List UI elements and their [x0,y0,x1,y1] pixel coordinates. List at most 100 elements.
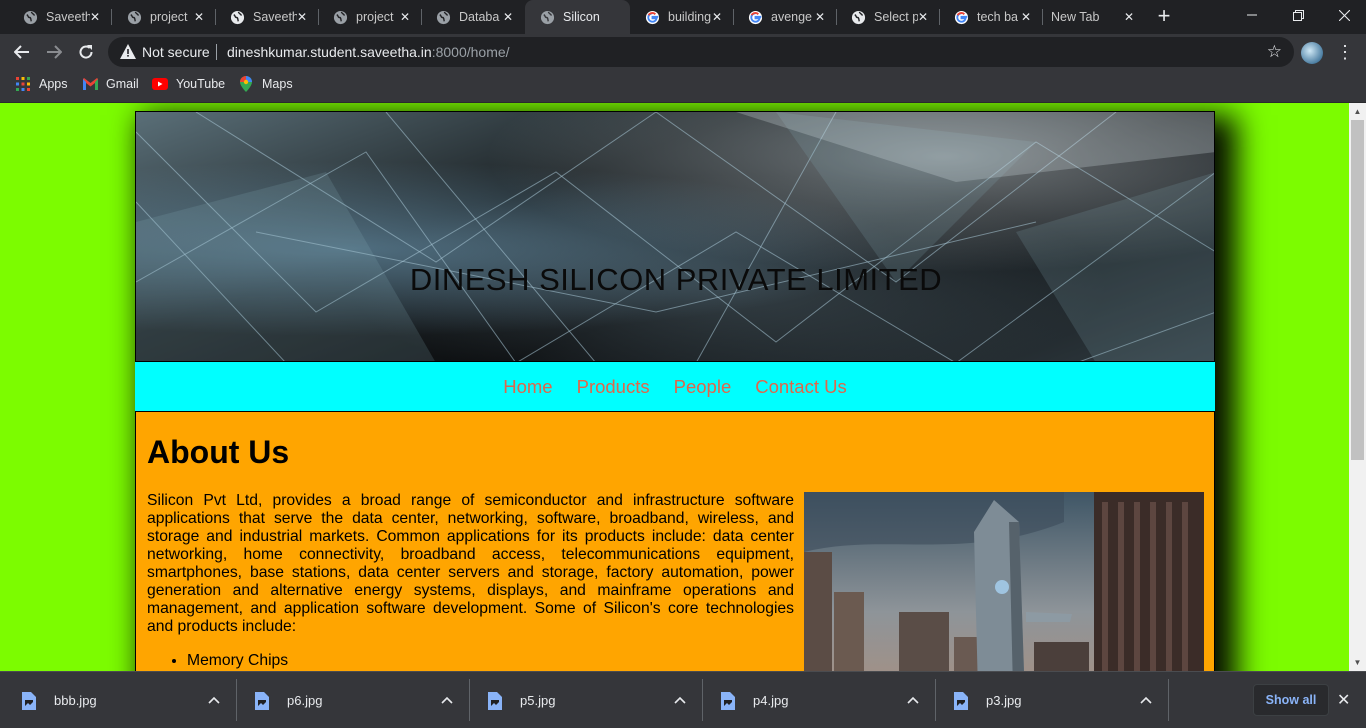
browser-tab[interactable]: tech ba ✕ [939,0,1043,34]
close-tab-icon[interactable]: ✕ [709,9,725,25]
building-photo [804,492,1204,671]
download-filename: p6.jpg [287,693,323,708]
chevron-up-icon[interactable] [674,692,686,707]
file-image-icon [255,691,269,710]
browser-tab[interactable]: avenge ✕ [733,0,837,34]
browser-tab[interactable]: Databa ✕ [421,0,524,34]
tab-title: Saveeth [46,10,90,24]
about-section: About Us Silicon Pvt Ltd, provides a bro… [135,412,1215,671]
security-label[interactable]: Not secure [142,44,210,60]
profile-avatar-icon[interactable] [1301,42,1323,64]
chevron-up-icon[interactable] [907,692,919,707]
download-item[interactable]: bbb.jpg [22,672,236,728]
bookmark-label: Gmail [106,77,139,91]
globe-icon [22,9,38,25]
bookmark-label: Maps [262,77,293,91]
nav-link-products[interactable]: Products [577,376,650,398]
site-title: DINESH SILICON PRIVATE LIMITED [409,262,943,297]
download-item[interactable]: p6.jpg [255,672,469,728]
restore-icon[interactable] [1275,0,1321,30]
products-list: Memory Chips [187,652,288,671]
bookmark-gmail[interactable]: Gmail [82,70,139,98]
list-item: Memory Chips [187,652,288,670]
close-window-icon[interactable] [1321,0,1366,30]
page-scrollbar[interactable]: ▲ ▼ [1349,103,1366,671]
scroll-down-arrow-icon[interactable]: ▼ [1349,654,1366,671]
globe-icon [332,9,348,25]
tab-title: project [356,10,394,24]
file-image-icon [488,691,502,710]
forward-arrow-icon[interactable] [40,38,68,66]
download-item[interactable]: p4.jpg [721,672,935,728]
kebab-menu-icon[interactable]: ⋮ [1336,42,1354,62]
chevron-up-icon[interactable] [441,692,453,707]
url-text[interactable]: dineshkumar.student.saveetha.in:8000/hom… [227,44,510,60]
browser-tab[interactable]: Select p ✕ [836,0,940,34]
downloads-shelf: bbb.jpg p6.jpg p5.jpg p4.jpg p3.jpg Show… [0,671,1366,728]
gmail-icon [82,76,98,92]
site-container: DINESH SILICON PRIVATE LIMITED Home Prod… [135,111,1215,671]
reload-icon[interactable] [72,38,100,66]
tab-strip: Saveeth ✕ project ✕ Saveeth ✕ project ✕ … [0,0,1366,34]
close-tab-icon[interactable]: ✕ [191,9,207,25]
browser-tab[interactable]: Saveeth ✕ [215,0,319,34]
download-item[interactable]: p3.jpg [954,672,1168,728]
browser-tab[interactable]: New Tab ✕ [1042,0,1145,34]
bookmark-label: YouTube [176,77,226,91]
chevron-up-icon[interactable] [208,692,220,707]
close-tab-icon[interactable]: ✕ [1018,9,1034,25]
globe-icon [850,9,866,25]
browser-tab-active[interactable]: Silicon [525,0,630,34]
youtube-icon [152,76,168,92]
close-tab-icon[interactable]: ✕ [397,9,413,25]
nav-link-contact[interactable]: Contact Us [755,376,847,398]
close-tab-icon[interactable]: ✕ [812,9,828,25]
tab-title: avenge [771,10,813,24]
tab-title: Databa [459,10,500,24]
file-image-icon [22,691,36,710]
bookmark-label: Apps [39,77,68,91]
tab-title: Silicon [563,10,600,24]
about-paragraph: Silicon Pvt Ltd, provides a broad range … [147,492,794,635]
file-image-icon [721,691,735,710]
address-bar[interactable]: Not secure dineshkumar.student.saveetha.… [108,37,1294,67]
download-filename: p3.jpg [986,693,1022,708]
city-skyline-image [804,492,1204,671]
close-tab-icon[interactable]: ✕ [1121,9,1137,25]
download-filename: p4.jpg [753,693,789,708]
close-tab-icon[interactable]: ✕ [915,9,931,25]
close-shelf-icon[interactable]: ✕ [1337,690,1350,710]
download-filename: bbb.jpg [54,693,97,708]
minimize-icon[interactable] [1229,0,1275,30]
close-tab-icon[interactable]: ✕ [87,9,103,25]
close-tab-icon[interactable]: ✕ [294,9,310,25]
header-banner: DINESH SILICON PRIVATE LIMITED [135,111,1215,362]
bookmark-apps[interactable]: Apps [15,70,68,98]
bookmark-maps[interactable]: Maps [238,70,293,98]
scroll-up-arrow-icon[interactable]: ▲ [1349,103,1366,120]
browser-tab[interactable]: project ✕ [318,0,422,34]
warning-triangle-icon[interactable] [120,44,136,64]
nav-link-home[interactable]: Home [503,376,552,398]
show-all-downloads-button[interactable]: Show all [1253,684,1329,716]
scroll-thumb[interactable] [1351,120,1364,460]
browser-tab[interactable]: project ✕ [112,0,216,34]
tab-title: building [668,10,712,24]
google-icon [953,9,969,25]
browser-tab[interactable]: building ✕ [630,0,734,34]
download-item[interactable]: p5.jpg [488,672,702,728]
nav-link-people[interactable]: People [674,376,732,398]
bookmark-youtube[interactable]: YouTube [152,70,225,98]
google-icon [644,9,660,25]
globe-icon [539,9,555,25]
chevron-up-icon[interactable] [1140,692,1152,707]
tab-title: Select p [874,10,918,24]
url-host: dineshkumar.student.saveetha.in [227,44,432,60]
bookmark-star-icon[interactable]: ☆ [1267,42,1282,62]
bookmarks-bar: Apps Gmail YouTube Maps [0,70,1366,103]
maps-pin-icon [238,76,254,92]
browser-tab[interactable]: Saveeth ✕ [8,0,112,34]
new-tab-plus-icon[interactable]: + [1153,5,1175,28]
close-tab-icon[interactable]: ✕ [500,9,516,25]
back-arrow-icon[interactable] [8,38,36,66]
